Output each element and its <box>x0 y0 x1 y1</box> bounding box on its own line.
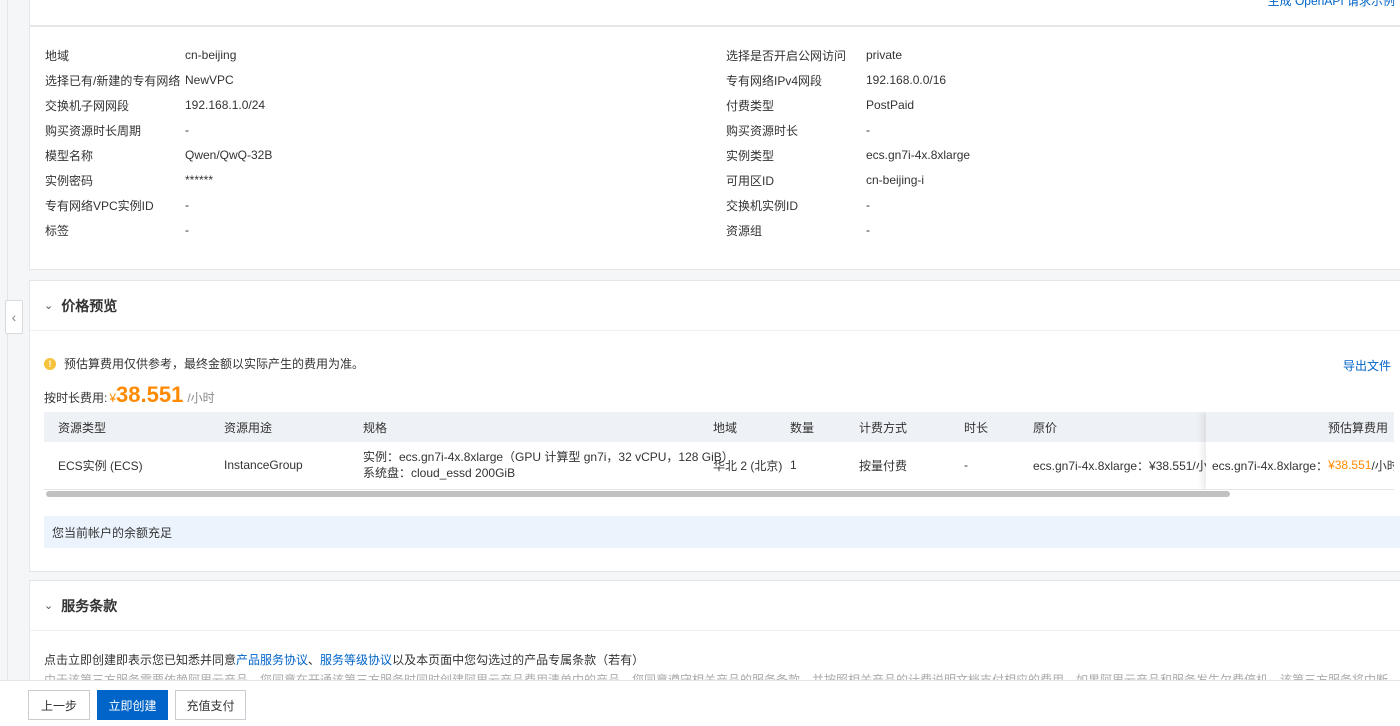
cell-resource-type: ECS实例 (ECS) <box>58 458 143 473</box>
cell-original-price: ecs.gn7i-4x.8xlarge：¥38.551/小时 <box>1033 458 1220 473</box>
info-row-region: 地域 cn-beijing <box>45 48 237 63</box>
info-row-vpc-ipv4: 专有网络IPv4网段 192.168.0.0/16 <box>726 73 947 88</box>
prev-step-button[interactable]: 上一步 <box>28 690 90 720</box>
info-row-vswitch-id: 交换机实例ID - <box>726 198 870 213</box>
terms-agreement-text: 点击立即创建即表示您已知悉并同意产品服务协议、服务等级协议以及本页面中您勾选过的… <box>44 653 645 667</box>
info-row-model-name: 模型名称 Qwen/QwQ-32B <box>45 148 273 163</box>
create-now-button[interactable]: 立即创建 <box>97 690 168 720</box>
col-region: 地域 <box>713 420 738 435</box>
col-spec: 规格 <box>363 420 388 435</box>
info-row-purchase-duration: 购买资源时长 - <box>726 123 870 138</box>
product-service-agreement-link[interactable]: 产品服务协议 <box>236 653 308 667</box>
col-resource-usage: 资源用途 <box>224 420 273 435</box>
cell-quantity: 1 <box>790 458 797 472</box>
export-file-link[interactable]: 导出文件 <box>1343 357 1391 374</box>
chevron-down-icon: ⌄ <box>44 300 54 312</box>
info-row-public-access: 选择是否开启公网访问 private <box>726 48 903 63</box>
warning-icon: ! <box>44 357 56 370</box>
hourly-fee-currency: ¥ <box>109 391 117 405</box>
left-gutter <box>0 0 8 726</box>
col-estimated-fee: 预估算费用 <box>1206 412 1394 442</box>
info-row-instance-type: 实例类型 ecs.gn7i-4x.8xlarge <box>726 148 971 163</box>
cell-spec: 实例：ecs.gn7i-4x.8xlarge（GPU 计算型 gn7i，32 v… <box>349 442 734 488</box>
collapse-handle[interactable]: ‹ <box>5 300 23 334</box>
cell-estimated-fee-unit: /小时 <box>1371 458 1394 473</box>
col-duration: 时长 <box>964 420 989 435</box>
cell-resource-usage: InstanceGroup <box>224 458 303 472</box>
price-preview-title: 价格预览 <box>61 297 118 314</box>
top-strip: 生成 OpenAPI 请求示例 <box>29 0 1400 26</box>
estimated-fee-column: 预估算费用 ecs.gn7i-4x.8xlarge：¥38.551/小时 <box>1206 412 1394 489</box>
hourly-fee-amount: 38.551 <box>116 382 184 407</box>
chevron-down-icon: ⌄ <box>44 600 54 612</box>
balance-status: 您当前帐户的余额充足 <box>44 516 1400 548</box>
footer-action-bar: 上一步 立即创建 充值支付 <box>0 680 1400 726</box>
service-terms-header[interactable]: ⌄ 服务条款 <box>30 581 1400 631</box>
price-notice-text: 预估算费用仅供参考，最终金额以实际产生的费用为准。 <box>64 357 365 371</box>
cell-estimated-fee-prefix: ecs.gn7i-4x.8xlarge： <box>1212 458 1329 473</box>
hourly-fee-label: 按时长费用: <box>44 391 108 405</box>
price-preview-header[interactable]: ⌄ 价格预览 <box>30 281 1400 331</box>
info-row-vpc-id: 专有网络VPC实例ID - <box>45 198 189 213</box>
recharge-pay-button[interactable]: 充值支付 <box>175 690 246 720</box>
col-quantity: 数量 <box>790 420 815 435</box>
cell-estimated-fee-amount: ¥38.551 <box>1328 458 1372 472</box>
cell-spec-disk: 系统盘：cloud_essd 200GiB <box>363 466 516 480</box>
sla-link[interactable]: 服务等级协议 <box>320 653 392 667</box>
service-terms-title: 服务条款 <box>61 597 118 614</box>
col-original-price: 原价 <box>1033 420 1058 435</box>
info-row-tags: 标签 - <box>45 223 189 238</box>
cell-region: 华北 2 (北京) <box>713 458 783 473</box>
hourly-fee-unit: /小时 <box>187 391 215 405</box>
table-row: ECS实例 (ECS) InstanceGroup 实例：ecs.gn7i-4x… <box>44 442 1394 488</box>
info-row-purchase-period: 购买资源时长周期 - <box>45 123 189 138</box>
col-billing: 计费方式 <box>859 420 908 435</box>
info-row-password: 实例密码 ****** <box>45 173 214 188</box>
info-row-zone-id: 可用区ID cn-beijing-i <box>726 173 925 188</box>
hourly-fee: 按时长费用: ¥ 38.551 /小时 <box>44 382 215 408</box>
cell-billing: 按量付费 <box>859 458 908 473</box>
table-horizontal-scrollbar[interactable] <box>46 491 1230 497</box>
cell-spec-instance: 实例：ecs.gn7i-4x.8xlarge（GPU 计算型 gn7i，32 v… <box>363 450 734 464</box>
price-preview-card: ⌄ 价格预览 ! 预估算费用仅供参考，最终金额以实际产生的费用为准。 导出文件 … <box>29 280 1400 572</box>
price-notice: ! 预估算费用仅供参考，最终金额以实际产生的费用为准。 <box>44 355 364 372</box>
config-summary-card: 地域 cn-beijing 选择已有/新建的专有网络 NewVPC 交换机子网网段 1… <box>29 26 1400 270</box>
service-terms-card: ⌄ 服务条款 点击立即创建即表示您已知悉并同意产品服务协议、服务等级协议以及本页… <box>29 580 1400 690</box>
price-table-header: 资源类型 资源用途 规格 地域 数量 计费方式 时长 原价 <box>44 412 1394 442</box>
info-row-pay-type: 付费类型 PostPaid <box>726 98 915 113</box>
info-row-vpc-choice: 选择已有/新建的专有网络 NewVPC <box>45 73 234 88</box>
info-row-vswitch-cidr: 交换机子网网段 192.168.1.0/24 <box>45 98 266 113</box>
col-resource-type: 资源类型 <box>58 420 107 435</box>
info-row-resource-group: 资源组 - <box>726 223 870 238</box>
price-table: 资源类型 资源用途 规格 地域 数量 计费方式 时长 原价 ECS实例 (ECS… <box>44 412 1394 490</box>
chevron-left-icon: ‹ <box>11 309 17 325</box>
openapi-link[interactable]: 生成 OpenAPI 请求示例 <box>1268 0 1395 9</box>
cell-estimated-fee: ecs.gn7i-4x.8xlarge：¥38.551/小时 <box>1206 442 1394 488</box>
cell-duration: - <box>964 458 968 472</box>
